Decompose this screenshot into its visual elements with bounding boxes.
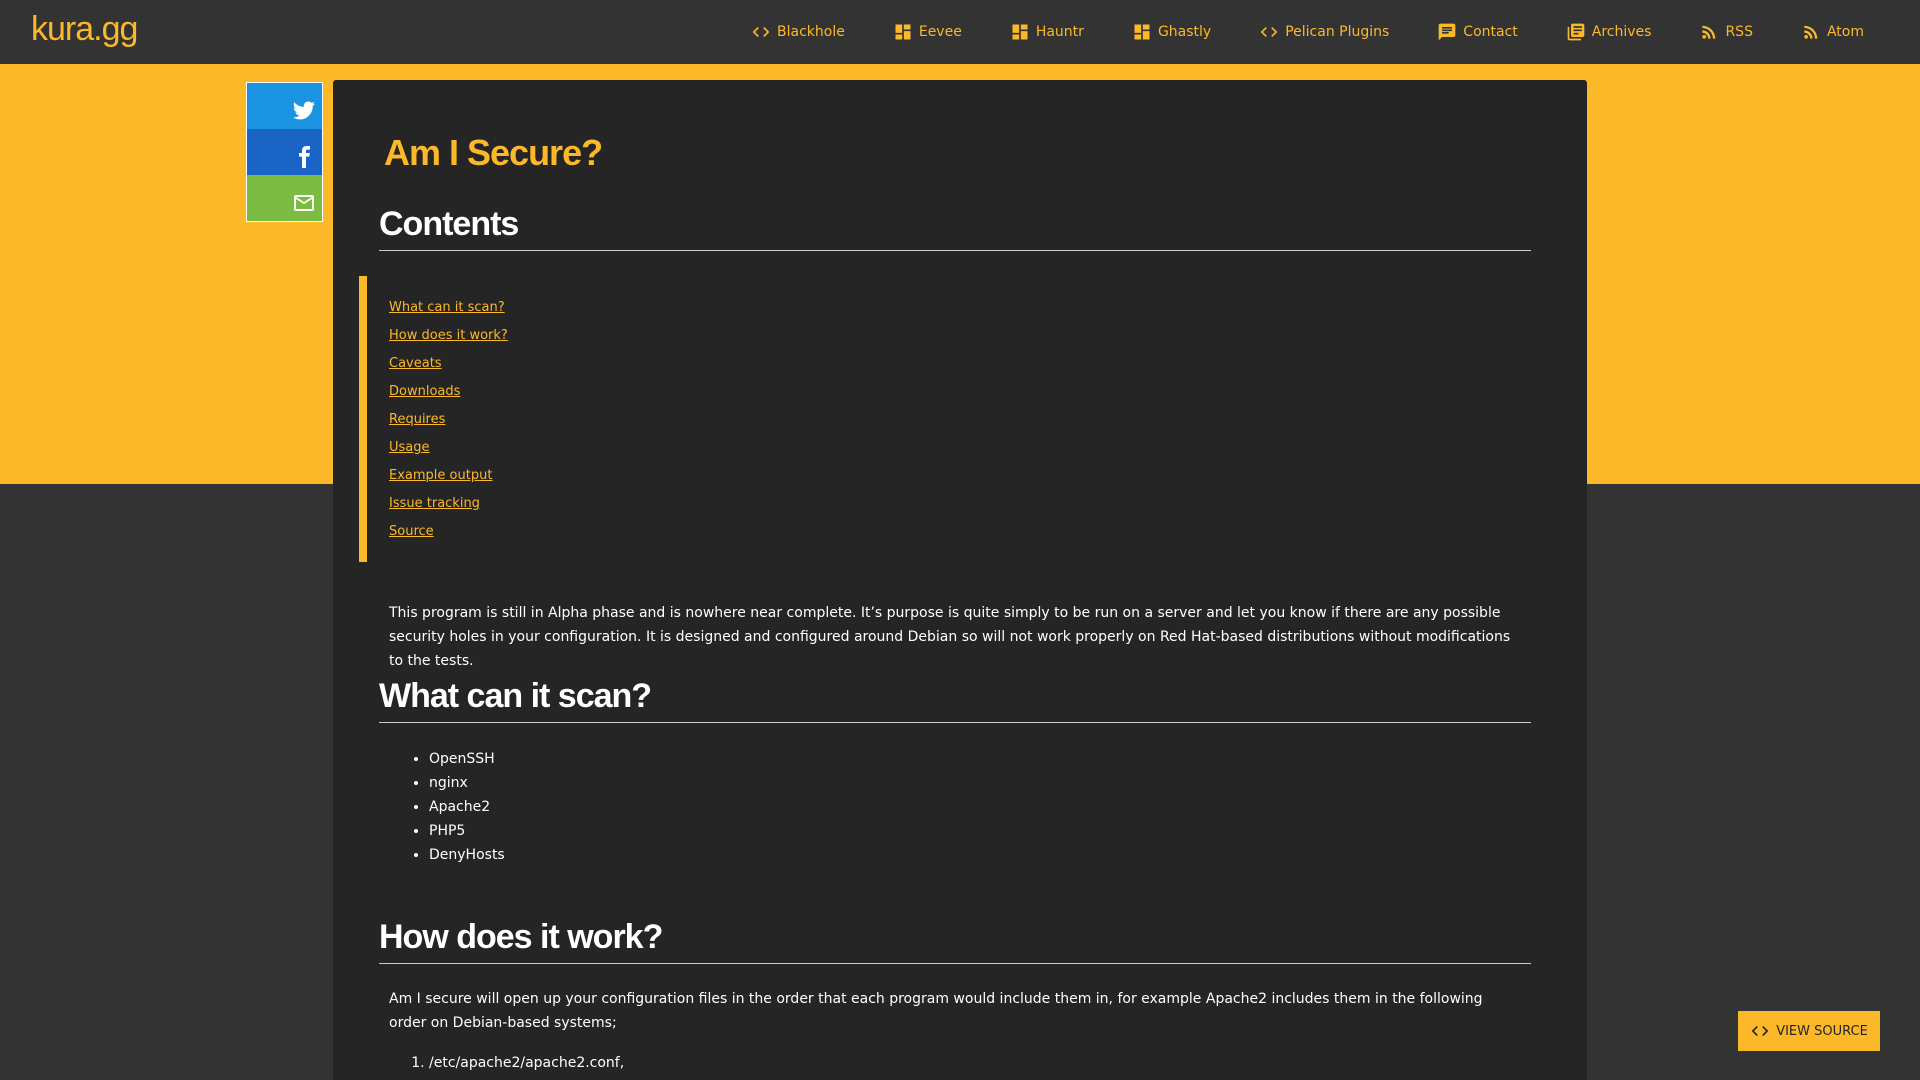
view-source-button[interactable]: VIEW SOURCE (1738, 1011, 1880, 1051)
code-icon (1751, 1026, 1769, 1036)
nav-item-label: Contact (1463, 24, 1518, 40)
nav-item-eevee[interactable]: Eevee (893, 22, 962, 42)
toc-link-source[interactable]: Source (389, 518, 1519, 546)
nav-item-pelican-plugins[interactable]: Pelican Plugins (1259, 22, 1389, 42)
nav-item-label: Eevee (918, 24, 962, 40)
rss-icon (1804, 25, 1818, 39)
code-icon (1260, 27, 1278, 37)
nav-item-label: Blackhole (777, 24, 845, 40)
nav-item-ghastly[interactable]: Ghastly (1132, 22, 1211, 42)
nav-item-label: Archives (1591, 24, 1652, 40)
toc-link-caveats[interactable]: Caveats (389, 350, 1519, 378)
nav-item-label: Ghastly (1157, 24, 1212, 40)
top-navigation: kura.gg Blackhole Eevee Hauntr Ghastly P… (0, 0, 1920, 64)
nav-item-rss[interactable]: RSS (1699, 22, 1753, 42)
toc-link-requires[interactable]: Requires (389, 406, 1519, 434)
mail-icon (294, 195, 314, 211)
toc-link-what-can-it-scan[interactable]: What can it scan? (389, 294, 1519, 322)
scan-list: OpenSSH nginx Apache2 PHP5 DenyHosts (429, 747, 505, 867)
library-icon (1567, 23, 1585, 41)
section-heading-how-does-it-work: How does it work? (379, 915, 1531, 964)
chat-icon (1438, 23, 1456, 41)
article-card: Am I Secure? Contents What can it scan? … (333, 80, 1587, 1080)
table-of-contents: What can it scan? How does it work? Cave… (359, 276, 1519, 562)
view-source-label: VIEW SOURCE (1776, 1023, 1868, 1039)
code-icon (752, 27, 770, 37)
list-item: /etc/apache2/apache2.conf, (429, 1051, 624, 1075)
list-item: DenyHosts (429, 843, 505, 867)
toc-link-downloads[interactable]: Downloads (389, 378, 1519, 406)
nav-item-label: Atom (1826, 24, 1864, 40)
nav-item-archives[interactable]: Archives (1566, 22, 1652, 42)
share-buttons (246, 82, 323, 222)
nav-item-hauntr[interactable]: Hauntr (1010, 22, 1084, 42)
list-item: PHP5 (429, 819, 505, 843)
rss-icon (1702, 25, 1716, 39)
site-logo[interactable]: kura.gg (31, 10, 138, 49)
nav-item-blackhole[interactable]: Blackhole (751, 22, 845, 42)
share-email-button[interactable] (247, 175, 322, 221)
list-item: Apache2 (429, 795, 505, 819)
how-paragraph: Am I secure will open up your configurat… (389, 991, 1483, 1031)
facebook-icon (299, 146, 310, 168)
dashboard-icon (895, 24, 911, 40)
toc-link-example-output[interactable]: Example output (389, 462, 1519, 490)
dashboard-icon (1134, 24, 1150, 40)
share-facebook-button[interactable] (247, 129, 322, 175)
dashboard-icon (1012, 24, 1028, 40)
nav-item-label: Hauntr (1035, 24, 1084, 40)
nav-item-label: Pelican Plugins (1285, 24, 1390, 40)
intro-paragraph: This program is still in Alpha phase and… (389, 605, 1511, 669)
section-heading-what-can-it-scan: What can it scan? (379, 674, 1531, 723)
config-order-list: /etc/apache2/apache2.conf, (429, 1051, 624, 1075)
share-twitter-button[interactable] (247, 83, 322, 129)
contents-heading: Contents (379, 202, 1531, 251)
list-item: OpenSSH (429, 747, 505, 771)
nav-item-contact[interactable]: Contact (1437, 22, 1518, 42)
twitter-icon (293, 101, 315, 120)
toc-link-how-does-it-work[interactable]: How does it work? (389, 322, 1519, 350)
nav-links: Blackhole Eevee Hauntr Ghastly Pelican P… (703, 0, 1864, 64)
nav-item-atom[interactable]: Atom (1801, 22, 1864, 42)
nav-item-label: RSS (1725, 24, 1753, 40)
list-item: nginx (429, 771, 505, 795)
toc-link-issue-tracking[interactable]: Issue tracking (389, 490, 1519, 518)
toc-link-usage[interactable]: Usage (389, 434, 1519, 462)
page-title: Am I Secure? (384, 132, 603, 173)
